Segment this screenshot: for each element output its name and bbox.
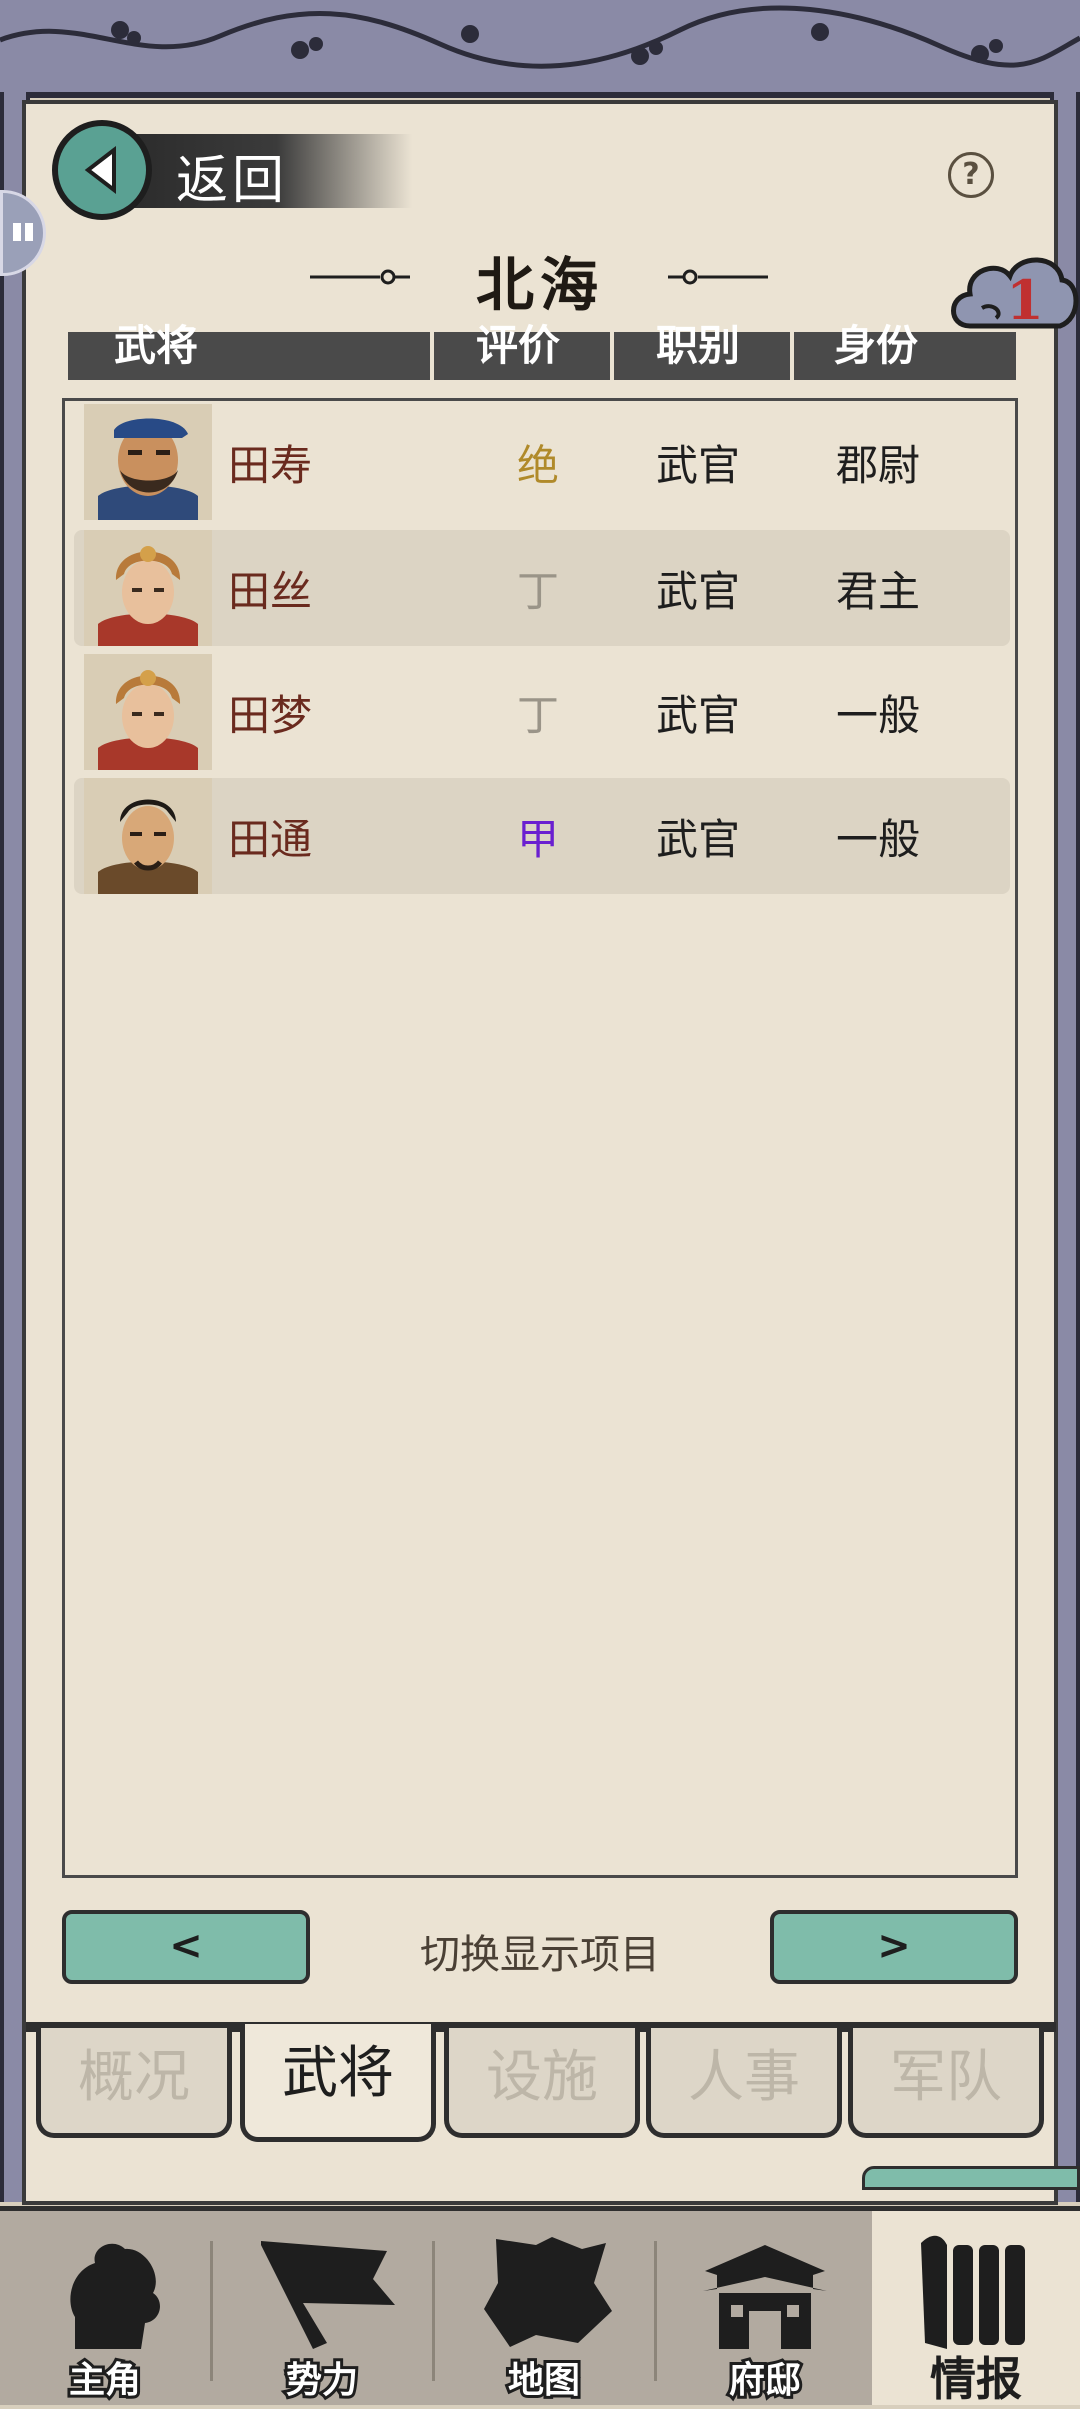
- column-header-status-label: 身份: [834, 321, 919, 370]
- general-status: 君主: [836, 567, 921, 616]
- tab-personnel[interactable]: 人事: [646, 2028, 842, 2138]
- nav-intel[interactable]: 情报: [872, 2211, 1080, 2406]
- general-rating: 绝: [516, 441, 559, 490]
- general-name: 田丝: [228, 567, 313, 616]
- nav-protagonist-label: 主角: [66, 2356, 144, 2404]
- nav-intel-label: 情报: [930, 2352, 1022, 2406]
- back-button[interactable]: 返回: [52, 120, 412, 220]
- general-row[interactable]: 田通 甲 武官 一般: [74, 778, 1010, 894]
- general-role: 武官: [656, 567, 741, 616]
- help-button[interactable]: ?: [948, 152, 994, 198]
- scroll-icon: [921, 2235, 1025, 2349]
- column-header-role[interactable]: 职别: [614, 322, 790, 380]
- column-header-status[interactable]: 身份: [794, 322, 1016, 380]
- tab-generals[interactable]: 武将: [240, 2024, 436, 2142]
- general-role: 武官: [656, 691, 741, 740]
- back-label: 返回: [176, 151, 289, 211]
- general-row[interactable]: 田丝 丁 武官 君主: [74, 530, 1010, 646]
- general-rating: 丁: [516, 691, 559, 740]
- bottom-navigation: 主角 势力 地图 府邸 情报: [0, 2206, 1080, 2406]
- general-row[interactable]: 田寿 绝 武官 郡尉: [74, 404, 1010, 520]
- next-page-button[interactable]: >: [770, 1910, 1018, 1984]
- nav-separator: [210, 2241, 213, 2381]
- general-status: 一般: [836, 691, 921, 740]
- general-status: 郡尉: [836, 441, 921, 490]
- helmeted-woman-portrait-icon: [84, 530, 212, 646]
- nav-map-label: 地图: [505, 2356, 583, 2404]
- nav-mansion-label: 府邸: [726, 2356, 804, 2404]
- back-arrow-icon: [52, 120, 152, 220]
- notification-count: 1: [1006, 268, 1044, 332]
- nav-mansion[interactable]: 府邸: [658, 2211, 872, 2405]
- top-decorative-band: [0, 0, 1080, 98]
- map-icon: [484, 2237, 612, 2347]
- column-header-role-label: 职别: [656, 321, 741, 370]
- nav-protagonist[interactable]: 主角: [0, 2211, 210, 2405]
- nav-separator: [654, 2241, 657, 2381]
- nav-faction[interactable]: 势力: [214, 2211, 430, 2405]
- column-header-rating-label: 评价: [476, 321, 561, 370]
- warrior-icon: [70, 2243, 160, 2349]
- general-rating: 丁: [516, 567, 559, 616]
- general-name: 田通: [228, 815, 313, 864]
- column-header-general[interactable]: 武将: [68, 322, 430, 380]
- general-rating: 甲: [516, 815, 559, 864]
- general-role: 武官: [656, 815, 741, 864]
- nav-faction-label: 势力: [283, 2356, 361, 2404]
- nav-separator: [432, 2241, 435, 2381]
- general-name: 田寿: [228, 441, 313, 490]
- general-status: 一般: [836, 815, 921, 864]
- bearded-general-portrait-icon: [84, 404, 212, 520]
- tab-army[interactable]: 军队: [848, 2028, 1044, 2138]
- helmeted-woman-portrait-icon: [84, 654, 212, 770]
- column-header-rating[interactable]: 评价: [434, 322, 610, 380]
- column-header-general-label: 武将: [114, 321, 199, 370]
- general-role: 武官: [656, 441, 741, 490]
- flag-icon: [261, 2241, 395, 2349]
- title-ornament-right-icon: [668, 269, 768, 285]
- general-row[interactable]: 田梦 丁 武官 一般: [74, 654, 1010, 770]
- nav-map[interactable]: 地图: [436, 2211, 652, 2405]
- city-title: 北海: [475, 251, 604, 319]
- general-name: 田梦: [228, 691, 313, 740]
- young-officer-portrait-icon: [84, 778, 212, 894]
- mansion-icon: [703, 2245, 827, 2349]
- tab-overview[interactable]: 概况: [36, 2028, 232, 2138]
- tab-facilities[interactable]: 设施: [444, 2028, 640, 2138]
- vine-pattern-icon: [0, 5, 1080, 69]
- active-nav-indicator: [862, 2166, 1080, 2190]
